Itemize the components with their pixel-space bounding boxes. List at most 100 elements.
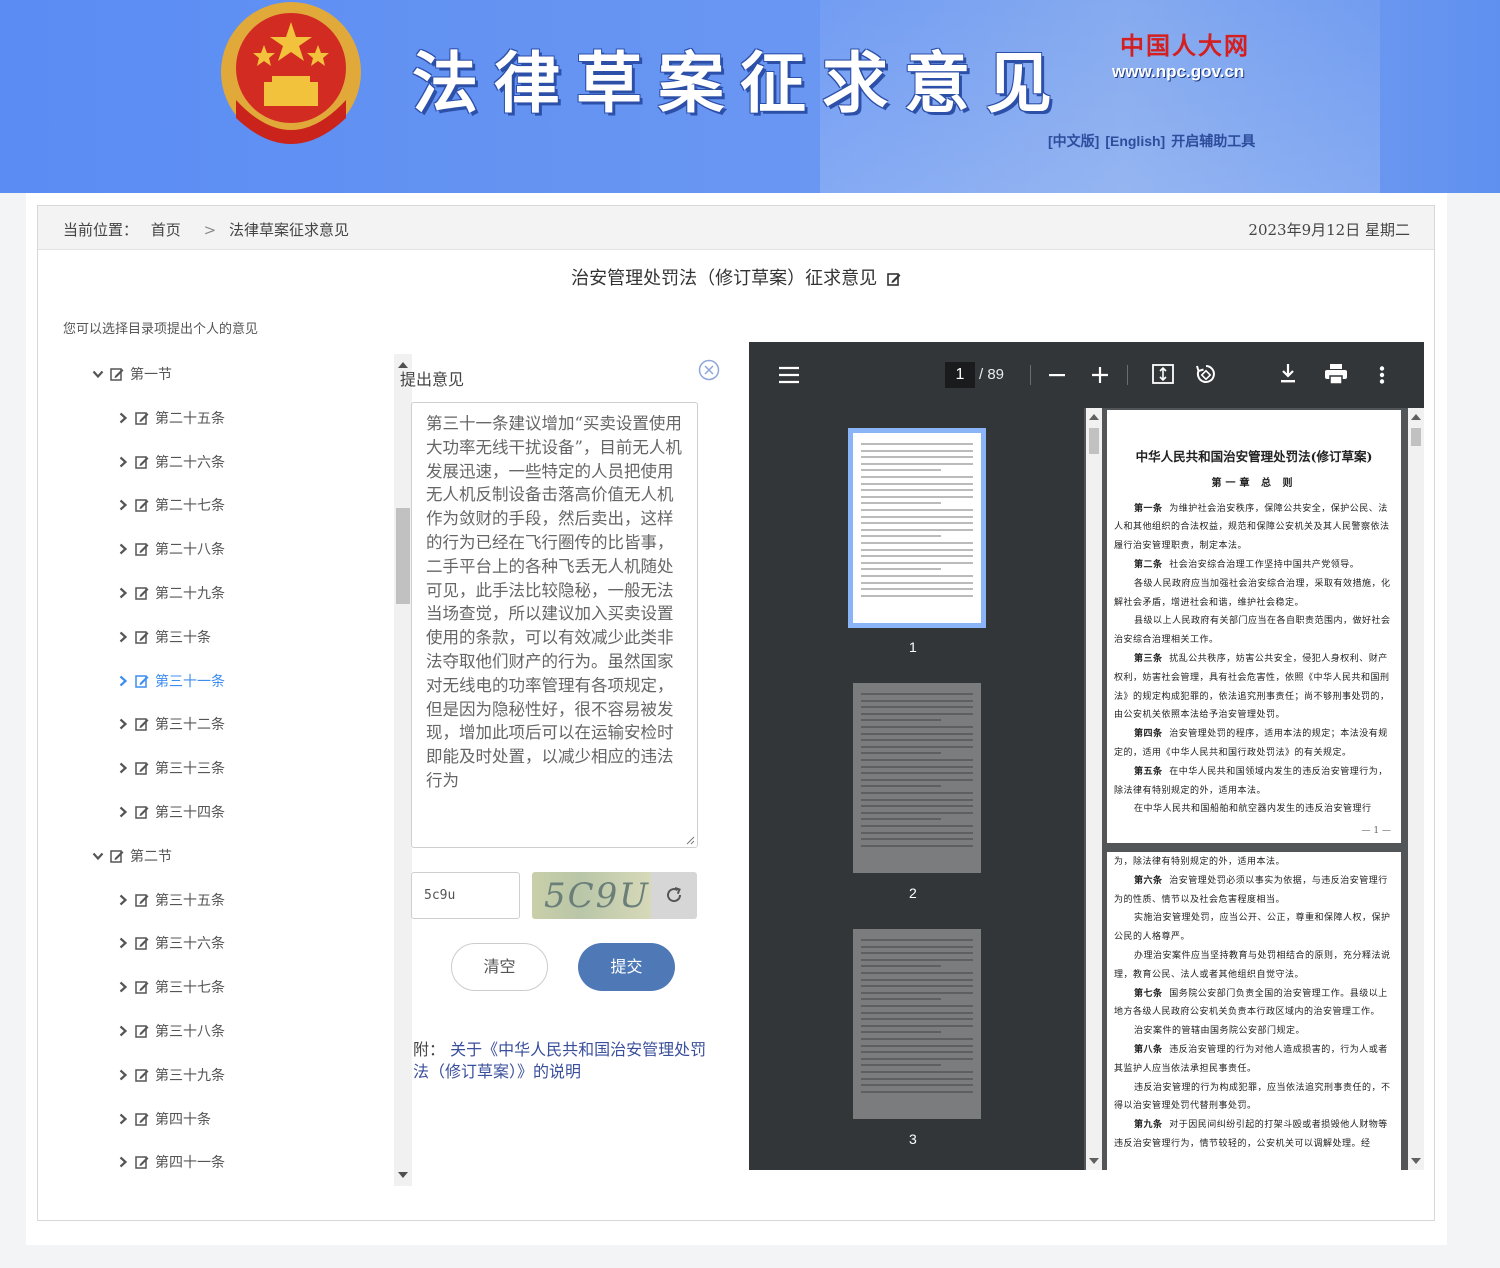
chevron-right-icon[interactable]	[117, 762, 129, 774]
lang-link-chinese[interactable]: [中文版]	[1048, 133, 1099, 149]
chevron-right-icon[interactable]	[117, 499, 129, 511]
tree-item[interactable]: 第二十六条	[117, 451, 225, 473]
tree-item[interactable]: 第三十六条	[117, 932, 225, 954]
thumbnail-scrollbar[interactable]	[1086, 408, 1102, 1170]
breadcrumb-current[interactable]: 法律草案征求意见	[229, 221, 349, 239]
tree-item[interactable]: 第三十条	[117, 626, 211, 648]
chevron-right-icon[interactable]	[117, 631, 129, 643]
edit-icon[interactable]	[135, 542, 149, 556]
page-number-input[interactable]: 1	[945, 362, 975, 388]
edit-icon[interactable]	[135, 411, 149, 425]
thumbnail-page-3[interactable]	[853, 929, 981, 1119]
download-icon[interactable]	[1280, 364, 1296, 384]
comment-textarea[interactable]: 第三十一条建议增加“买卖设置使用大功率无线干扰设备”，目前无人机发展迅速，一些特…	[411, 402, 698, 848]
chevron-right-icon[interactable]	[117, 587, 129, 599]
chevron-right-icon[interactable]	[117, 718, 129, 730]
tree-item[interactable]: 第三十四条	[117, 801, 225, 823]
rotate-icon[interactable]	[1195, 363, 1217, 385]
zoom-in-icon[interactable]	[1092, 367, 1108, 383]
edit-icon[interactable]	[135, 761, 149, 775]
thumbnail-page-2[interactable]	[853, 683, 981, 873]
edit-icon[interactable]	[887, 272, 901, 286]
tree-item[interactable]: 第四十一条	[117, 1151, 225, 1173]
edit-icon[interactable]	[135, 498, 149, 513]
tree-item[interactable]: 第三十一条	[117, 670, 225, 692]
scroll-up-arrow-icon[interactable]	[1411, 414, 1421, 420]
tree-item[interactable]: 第三十七条	[117, 976, 225, 998]
resize-grip-icon[interactable]	[685, 835, 695, 845]
thumbnail-text-line	[861, 745, 973, 748]
chevron-right-icon[interactable]	[117, 456, 129, 468]
document-scrollbar[interactable]	[1408, 408, 1424, 1170]
chevron-down-icon[interactable]	[92, 850, 104, 862]
print-icon[interactable]	[1325, 364, 1347, 384]
chevron-right-icon[interactable]	[117, 937, 129, 949]
breadcrumb-home[interactable]: 首页	[151, 221, 181, 239]
fit-page-icon[interactable]	[1152, 364, 1174, 384]
tree-item[interactable]: 第二节	[92, 845, 172, 867]
submit-button[interactable]: 提交	[578, 943, 675, 991]
tree-item[interactable]: 第二十五条	[117, 407, 225, 429]
edit-icon[interactable]	[135, 586, 149, 600]
clear-button[interactable]: 清空	[451, 943, 548, 991]
edit-icon[interactable]	[135, 455, 149, 469]
tree-item[interactable]: 第三十九条	[117, 1064, 225, 1086]
edit-icon[interactable]	[135, 1024, 149, 1038]
edit-icon[interactable]	[135, 936, 149, 951]
tree-item[interactable]: 第三十三条	[117, 757, 225, 779]
captcha-input[interactable]: 5c9u	[411, 872, 520, 919]
tree-scroll-thumb[interactable]	[396, 508, 410, 604]
thumbnail-page-1[interactable]	[848, 428, 986, 628]
edit-icon[interactable]	[135, 1068, 149, 1082]
tree-item[interactable]: 第三十五条	[117, 889, 225, 911]
chevron-right-icon[interactable]	[117, 1025, 129, 1037]
edit-icon[interactable]	[110, 367, 124, 381]
tree-item[interactable]: 第二十七条	[117, 494, 225, 516]
tree-item[interactable]: 第二十九条	[117, 582, 225, 604]
thumbnail-scroll-thumb[interactable]	[1089, 428, 1099, 454]
npc-logo[interactable]: 中国人大网	[1120, 26, 1250, 61]
more-options-icon[interactable]	[1379, 366, 1385, 384]
scroll-down-arrow-icon[interactable]	[398, 1172, 408, 1178]
npc-url[interactable]: www.npc.gov.cn	[1112, 62, 1244, 82]
attachment-link[interactable]: 关于《中华人民共和国治安管理处罚法（修订草案）》的说明	[413, 1040, 706, 1081]
lang-link-english[interactable]: [English]	[1105, 133, 1165, 149]
edit-icon[interactable]	[135, 1112, 149, 1126]
scroll-down-arrow-icon[interactable]	[1089, 1158, 1099, 1164]
tree-item[interactable]: 第二十八条	[117, 538, 225, 560]
accessibility-tools-link[interactable]: 开启辅助工具	[1171, 133, 1255, 149]
document-scroll-thumb[interactable]	[1411, 428, 1421, 446]
edit-icon[interactable]	[135, 630, 149, 644]
close-icon[interactable]	[698, 359, 720, 381]
scroll-down-arrow-icon[interactable]	[1411, 1158, 1421, 1164]
tree-item[interactable]: 第四十条	[117, 1108, 211, 1130]
thumbnail-text-line	[861, 575, 973, 577]
edit-icon[interactable]	[135, 717, 149, 732]
edit-icon[interactable]	[135, 980, 149, 994]
chevron-right-icon[interactable]	[117, 412, 129, 424]
chevron-right-icon[interactable]	[117, 1069, 129, 1081]
tree-item[interactable]: 第三十八条	[117, 1020, 225, 1042]
chevron-right-icon[interactable]	[117, 1113, 129, 1125]
chevron-right-icon[interactable]	[117, 981, 129, 993]
zoom-out-icon[interactable]	[1049, 374, 1065, 377]
chevron-down-icon[interactable]	[92, 368, 104, 380]
edit-icon[interactable]	[135, 674, 149, 688]
captcha-refresh-button[interactable]	[651, 872, 697, 919]
chevron-right-icon[interactable]	[117, 806, 129, 818]
edit-icon[interactable]	[135, 805, 149, 819]
edit-icon[interactable]	[135, 1155, 149, 1170]
tree-item[interactable]: 第三十二条	[117, 713, 225, 735]
edit-icon[interactable]	[110, 849, 124, 863]
chevron-right-icon[interactable]	[117, 543, 129, 555]
chevron-right-icon[interactable]	[117, 894, 129, 906]
tree-scrollbar[interactable]	[394, 354, 412, 1186]
pdf-paragraph: 第三条 扰乱公共秩序，妨害公共安全，侵犯人身权利、财产权利，妨害社会管理，具有社…	[1114, 650, 1394, 725]
chevron-right-icon[interactable]	[117, 1156, 129, 1168]
menu-icon[interactable]	[779, 366, 799, 384]
edit-icon[interactable]	[135, 893, 149, 907]
thumbnail-text-line	[861, 1044, 973, 1047]
scroll-up-arrow-icon[interactable]	[1089, 414, 1099, 420]
chevron-right-icon[interactable]	[117, 675, 129, 687]
tree-item[interactable]: 第一节	[92, 363, 172, 385]
